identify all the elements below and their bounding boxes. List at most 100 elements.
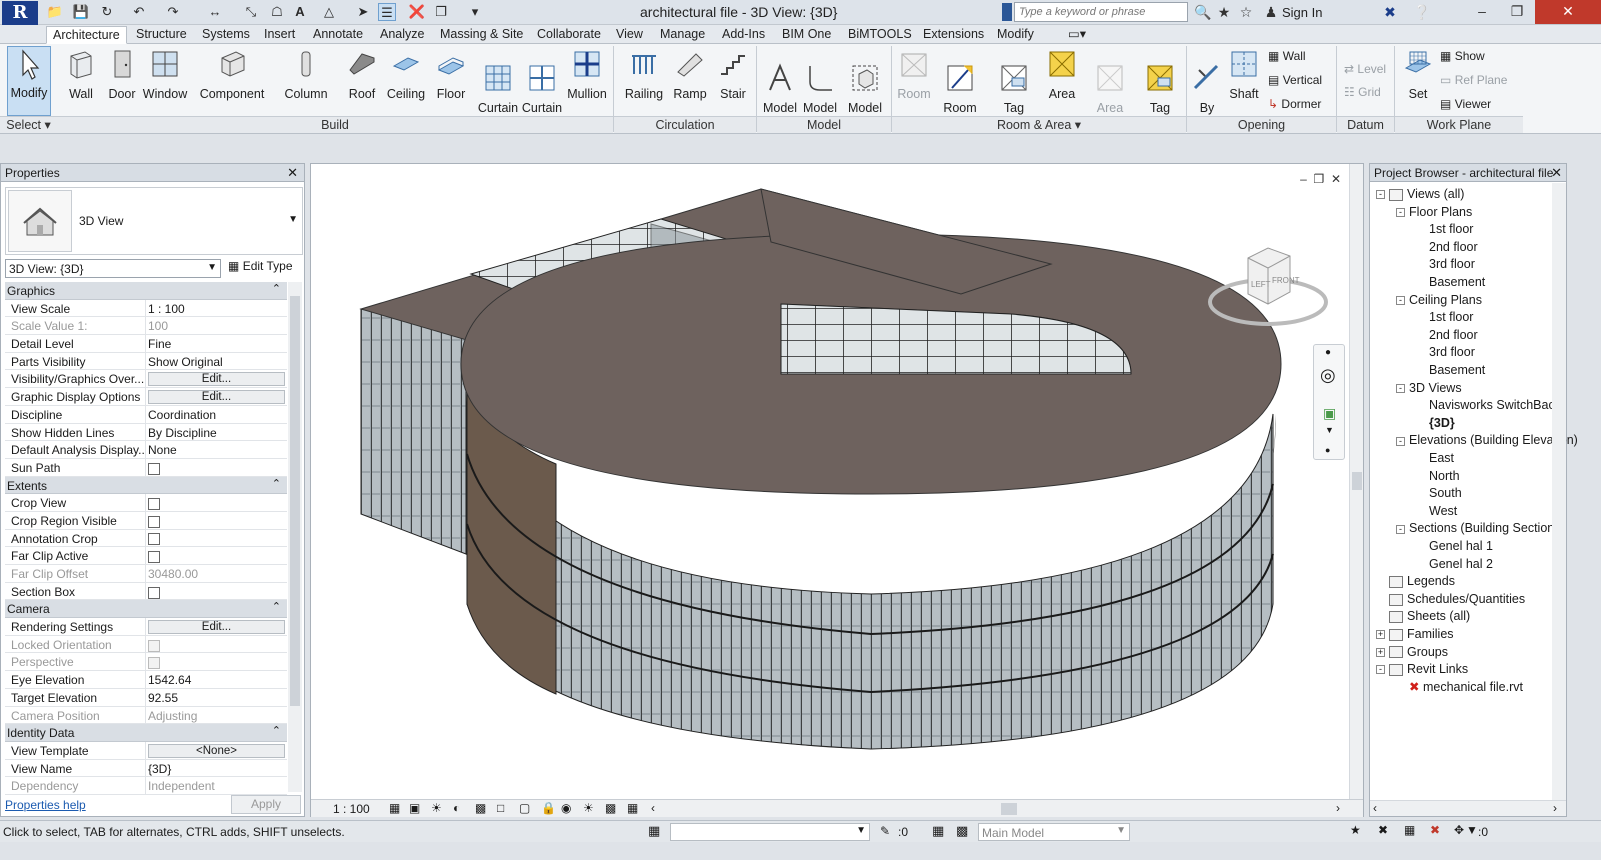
browser-tree-item[interactable]: 3rd floor [1416, 344, 1475, 361]
editable-only-icon[interactable]: ✎ [880, 824, 890, 838]
browser-tree-item[interactable]: 1st floor [1416, 309, 1473, 326]
select-pinned-icon[interactable]: ▦ [1404, 823, 1415, 837]
property-value[interactable] [146, 530, 287, 547]
tab-view[interactable]: View [610, 26, 649, 44]
property-value[interactable]: Coordination [146, 406, 287, 423]
crop-view-icon[interactable]: □ [497, 801, 504, 815]
property-checkbox[interactable] [148, 586, 160, 599]
design-option-combo[interactable]: Main Model ▼ [978, 823, 1130, 841]
customize-qat-icon[interactable]: ▾ [466, 3, 484, 21]
tab-annotate[interactable]: Annotate [307, 26, 369, 44]
scroll-thumb[interactable] [1352, 472, 1362, 490]
browser-tree-item[interactable]: Basement [1416, 362, 1485, 379]
properties-help-link[interactable]: Properties help [5, 798, 86, 812]
detail-level-icon[interactable]: ▦ [389, 801, 400, 815]
browser-tree-item[interactable]: + Groups [1376, 644, 1448, 661]
room-area-group-dropdown[interactable]: Room & Area ▾ [892, 116, 1186, 133]
property-value[interactable] [146, 494, 287, 511]
browser-tree-item[interactable]: - Revit Links [1376, 661, 1468, 678]
browser-tree-item[interactable]: {3D} [1416, 415, 1455, 432]
instance-selector[interactable]: 3D View: {3D} ▼ [5, 259, 221, 278]
browser-horizontal-scrollbar[interactable]: ‹ › [1370, 800, 1566, 816]
collapse-icon[interactable]: ⌃ [272, 724, 281, 737]
select-links-icon[interactable]: ★ [1350, 823, 1361, 837]
browser-tree-item[interactable]: East [1416, 450, 1454, 467]
browser-tree-item[interactable]: 2nd floor [1416, 327, 1478, 344]
view-cube-front-face[interactable]: FRONT [1272, 276, 1300, 285]
browser-tree-item[interactable]: - Floor Plans [1396, 204, 1472, 221]
window-button[interactable]: Window [142, 46, 188, 101]
filter-icon[interactable]: ▼ [1466, 823, 1478, 837]
property-edit-button[interactable]: Edit... [148, 620, 285, 635]
browser-tree-item[interactable]: Schedules/Quantities [1376, 591, 1525, 608]
sign-in-link[interactable]: Sign In [1282, 5, 1322, 20]
save-icon[interactable]: 💾 [72, 3, 90, 21]
property-value[interactable]: Edit... [146, 370, 287, 387]
temporary-view-properties-icon[interactable]: ▦ [627, 801, 638, 815]
restore-icon[interactable]: ❐ [1500, 0, 1534, 24]
design-options-icon[interactable]: ▦ [932, 823, 944, 839]
tab-structure[interactable]: Structure [130, 26, 193, 44]
wall-opening-button[interactable]: ▦ Wall [1268, 49, 1306, 63]
edit-type-button[interactable]: ▦ Edit Type [228, 259, 293, 273]
default-3d-view-icon[interactable]: △ [320, 3, 338, 21]
collapse-icon[interactable]: - [1396, 524, 1405, 534]
browser-tree-item[interactable]: - Elevations (Building Elevation) [1396, 432, 1578, 449]
property-value[interactable]: 1542.64 [146, 671, 287, 688]
property-value[interactable]: 1 : 100 [146, 300, 287, 317]
browser-tree-item[interactable]: - Sections (Building Section) [1396, 520, 1558, 537]
property-checkbox[interactable] [148, 551, 160, 564]
tab-modify[interactable]: Modify [991, 26, 1040, 44]
grid-button[interactable]: ☷ Grid [1344, 85, 1381, 99]
close-window-icon[interactable]: ✕ [1535, 0, 1601, 24]
area-button[interactable]: Area [1042, 46, 1082, 101]
render-icon[interactable]: ▩ [475, 801, 486, 815]
search-expand-icon[interactable] [1002, 3, 1012, 21]
property-edit-button[interactable]: <None> [148, 743, 285, 758]
property-value[interactable] [146, 547, 287, 564]
property-value[interactable]: 92.55 [146, 689, 287, 706]
exchange-apps-icon[interactable]: ✖ [1380, 3, 1400, 21]
property-edit-button[interactable]: Edit... [148, 372, 285, 387]
view-scale-button[interactable]: 1 : 100 [333, 802, 370, 816]
ribbon-minimize-icon[interactable]: ▭▾ [1062, 26, 1092, 44]
browser-tree-item[interactable]: 1st floor [1416, 221, 1473, 238]
expand-icon[interactable]: + [1376, 647, 1385, 657]
browser-tree-item[interactable]: -3D Views [1396, 380, 1462, 397]
chevron-down-icon[interactable]: ▼ [1116, 825, 1126, 836]
stair-button[interactable]: Stair [713, 46, 753, 101]
tab-systems[interactable]: Systems [196, 26, 256, 44]
tab-analyze[interactable]: Analyze [374, 26, 430, 44]
browser-tree-item[interactable]: Navisworks SwitchBack [1416, 397, 1561, 414]
property-checkbox[interactable] [148, 462, 160, 475]
browser-tree-item[interactable]: Basement [1416, 274, 1485, 291]
chevron-down-icon[interactable]: ▼ [856, 825, 866, 836]
open-icon[interactable]: 📁 [46, 3, 64, 21]
text-icon[interactable]: A [291, 3, 309, 21]
property-section-header[interactable]: Graphics ⌃ [5, 282, 287, 300]
wall-button[interactable]: Wall [62, 46, 100, 101]
collapse-icon[interactable]: - [1396, 383, 1405, 393]
property-checkbox[interactable] [148, 515, 160, 528]
property-section-header[interactable]: Camera ⌃ [5, 600, 287, 619]
roof-button[interactable]: Roof [342, 46, 382, 101]
property-value[interactable]: Edit... [146, 618, 287, 635]
property-value[interactable]: <None> [146, 742, 287, 759]
aligned-dimension-icon[interactable]: ⤡ [242, 3, 260, 21]
browser-tree-item[interactable]: Legends [1376, 573, 1455, 590]
column-button[interactable]: Column [281, 46, 331, 101]
collapse-icon[interactable]: - [1376, 665, 1385, 675]
close-icon[interactable]: ✕ [1551, 165, 1562, 181]
dormer-button[interactable]: ↳ Dormer [1268, 97, 1321, 111]
property-checkbox[interactable] [148, 498, 160, 511]
component-button[interactable]: Component [196, 46, 268, 101]
room-button[interactable]: Room [894, 46, 934, 101]
tab-add-ins[interactable]: Add-Ins [716, 26, 771, 44]
lock-3d-icon[interactable]: 🔒 [541, 801, 556, 815]
horizontal-scroll-thumb[interactable] [1001, 803, 1017, 815]
property-value[interactable]: Fine [146, 335, 287, 352]
visual-style-icon[interactable]: ▣ [409, 801, 420, 815]
select-underlay-icon[interactable]: ✖ [1378, 823, 1388, 837]
property-edit-button[interactable]: Edit... [148, 390, 285, 405]
browser-tree-item[interactable]: South [1416, 485, 1462, 502]
